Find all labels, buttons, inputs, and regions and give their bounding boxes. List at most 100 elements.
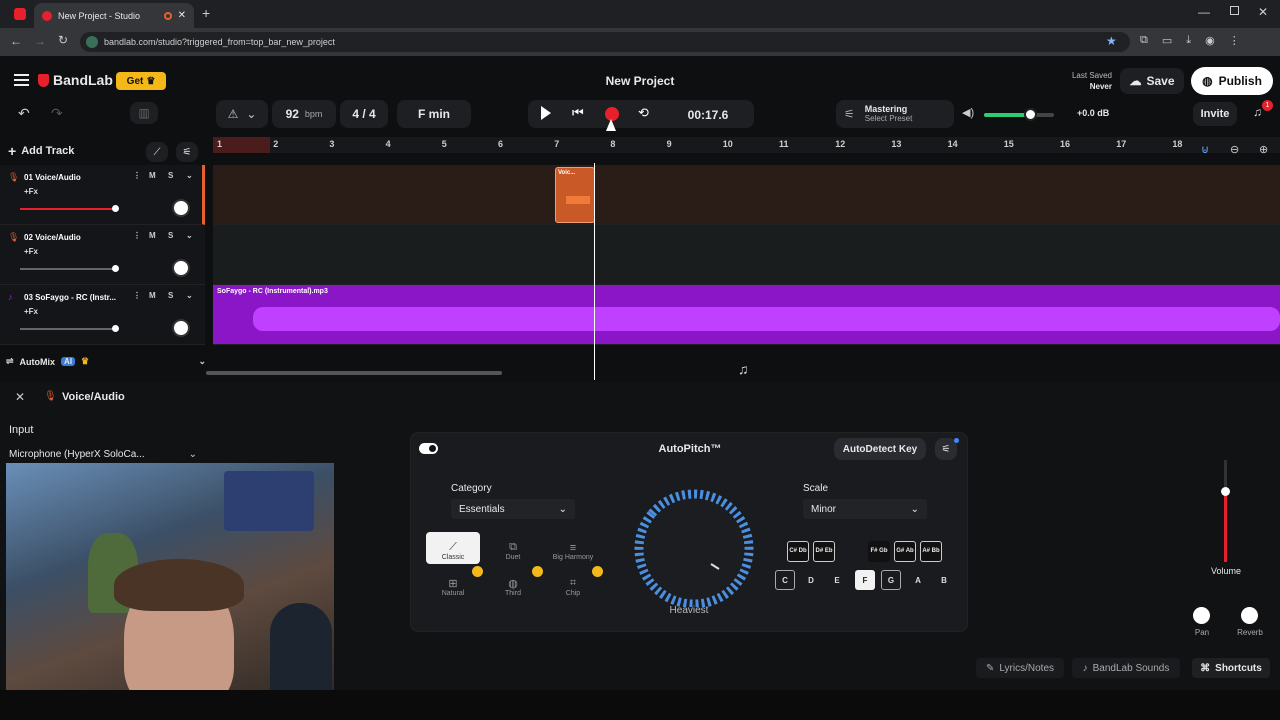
master-volume-handle[interactable] — [1024, 108, 1037, 121]
key-c-sharp[interactable]: C# Db — [787, 541, 809, 562]
solo-button[interactable]: S — [168, 171, 173, 180]
bookmark-star-icon[interactable]: ★ — [1106, 34, 1117, 48]
volume-fader[interactable] — [1221, 460, 1230, 562]
split-icon[interactable]: ⚟ — [176, 142, 198, 162]
tempo-control[interactable]: 92 bpm — [272, 100, 336, 128]
scale-select[interactable]: Minor ⌄ — [803, 499, 927, 519]
project-title[interactable]: New Project — [560, 74, 720, 88]
bandlab-logo[interactable]: BandLab — [38, 72, 113, 88]
loop-icon[interactable]: ⟲ — [638, 105, 649, 121]
preset-classic[interactable]: ⟋ Classic — [426, 532, 480, 564]
rewind-icon[interactable]: ⏮ — [572, 105, 584, 121]
track-menu-icon[interactable]: ⋮ — [133, 231, 141, 240]
mute-button[interactable]: M — [149, 171, 156, 180]
close-window-icon[interactable]: ✕ — [1258, 5, 1268, 19]
back-icon[interactable]: ← — [10, 34, 22, 48]
preset-duet[interactable]: ⧉ Duet — [486, 532, 540, 564]
cast-icon[interactable]: ▭ — [1162, 34, 1172, 47]
timeline-ruler[interactable]: 1 2 3 4 5 6 7 8 9 10 11 12 13 14 15 16 17 18 — [213, 137, 1280, 153]
browser-tab[interactable]: New Project - Studio ✕ — [34, 3, 194, 28]
forward-icon[interactable]: → — [34, 34, 46, 48]
minimize-icon[interactable]: — — [1198, 5, 1210, 19]
pan-knob[interactable] — [172, 319, 190, 337]
track-lane[interactable]: Voic... — [213, 165, 1280, 225]
track-name[interactable]: 01 Voice/Audio — [24, 173, 81, 182]
maximize-icon[interactable] — [1230, 6, 1239, 15]
key-g-sharp[interactable]: G# Ab — [894, 541, 916, 562]
undo-icon[interactable]: ↶ — [18, 105, 30, 122]
track-menu-icon[interactable]: ⋮ — [133, 171, 141, 180]
strength-dial[interactable] — [631, 489, 757, 609]
key-f-sharp[interactable]: F# Gb — [868, 541, 890, 562]
autodetect-key-button[interactable]: AutoDetect Key — [834, 438, 926, 460]
speaker-icon[interactable]: ◀) — [962, 106, 974, 119]
audio-clip[interactable]: Voic... — [555, 167, 595, 223]
bell-icon[interactable]: ♫ — [1253, 105, 1262, 119]
volume-fader-handle[interactable] — [1221, 487, 1230, 496]
save-button[interactable]: ☁ Save — [1120, 68, 1184, 94]
publish-button[interactable]: ◍ Publish — [1191, 67, 1273, 95]
reverb-knob[interactable] — [1241, 607, 1258, 624]
close-panel-icon[interactable]: ✕ — [15, 390, 25, 404]
track-volume-handle[interactable] — [112, 265, 119, 272]
fx-button[interactable]: +Fx — [24, 247, 38, 256]
automix-row[interactable]: ⇌ AutoMix AI ♛ ⌄ — [6, 356, 206, 367]
download-icon[interactable]: ⤓ — [1186, 34, 1191, 47]
new-tab-icon[interactable]: + — [202, 5, 210, 21]
mastering-button[interactable]: ⚟ Mastering Select Preset — [836, 100, 954, 128]
key-b[interactable]: B — [934, 570, 954, 590]
menu-dots-icon[interactable]: ⋮ — [1229, 34, 1240, 47]
preset-big-harmony[interactable]: ≡ Big Harmony — [546, 532, 600, 564]
snap-icon[interactable]: ⊍ — [1201, 143, 1209, 156]
lyrics-notes-button[interactable]: ✎ Lyrics/Notes — [976, 658, 1064, 678]
key-a[interactable]: A — [908, 570, 928, 590]
track-volume-slider[interactable] — [20, 268, 115, 270]
add-track-button[interactable]: + Add Track — [8, 143, 74, 159]
pan-knob[interactable] — [172, 199, 190, 217]
input-device-select[interactable]: Microphone (HyperX SoloCa... ⌄ — [9, 446, 197, 464]
key-a-sharp[interactable]: A# Bb — [920, 541, 942, 562]
mixer-toggle-icon[interactable]: ▥ — [130, 102, 158, 124]
chevron-down-icon[interactable]: ⌄ — [198, 356, 206, 367]
hamburger-menu-icon[interactable] — [14, 74, 29, 86]
track-header[interactable]: 🎙 01 Voice/Audio +Fx ⋮ M S ⌄ — [0, 165, 205, 225]
track-lane[interactable] — [213, 225, 1280, 285]
redo-icon[interactable]: ↷ — [51, 105, 63, 122]
playhead[interactable] — [594, 163, 595, 380]
mute-button[interactable]: M — [149, 231, 156, 240]
key-d[interactable]: D — [801, 570, 821, 590]
key-d-sharp[interactable]: D# Eb — [813, 541, 835, 562]
key-c[interactable]: C — [775, 570, 795, 590]
tab-close-icon[interactable]: ✕ — [178, 10, 186, 21]
track-header[interactable]: 🎙 02 Voice/Audio +Fx ⋮ M S ⌄ — [0, 225, 205, 285]
key-e[interactable]: E — [827, 570, 847, 590]
extension-icon[interactable]: ⧉ — [1140, 34, 1148, 47]
autopitch-toggle[interactable] — [419, 443, 438, 454]
track-volume-handle[interactable] — [112, 205, 119, 212]
pan-knob[interactable] — [1193, 607, 1210, 624]
key-selector[interactable]: F min — [397, 100, 471, 128]
master-volume-slider[interactable] — [984, 108, 1054, 121]
bandlab-sounds-button[interactable]: ♪ BandLab Sounds — [1072, 658, 1180, 678]
zoom-out-icon[interactable]: ⊖ — [1230, 143, 1239, 156]
track-header[interactable]: ♪ 03 SoFaygo - RC (Instr... +Fx ⋮ M S ⌄ — [0, 285, 205, 345]
track-volume-slider[interactable] — [20, 328, 115, 330]
track-menu-icon[interactable]: ⋮ — [133, 291, 141, 300]
track-lane[interactable]: SoFaygo - RC (Instrumental).mp3 — [213, 285, 1280, 345]
shortcuts-button[interactable]: ⌘ Shortcuts — [1192, 658, 1270, 678]
track-volume-slider[interactable] — [20, 208, 115, 210]
fx-button[interactable]: +Fx — [24, 187, 38, 196]
add-instrument-icon[interactable]: ♫ — [738, 361, 749, 377]
chevron-down-icon[interactable]: ⌄ — [186, 171, 193, 180]
address-bar[interactable]: bandlab.com/studio?triggered_from=top_ba… — [80, 32, 1130, 52]
play-icon[interactable] — [541, 106, 551, 120]
fx-button[interactable]: +Fx — [24, 307, 38, 316]
horizontal-scrollbar[interactable] — [206, 371, 502, 375]
chevron-down-icon[interactable]: ⌄ — [186, 231, 193, 240]
reload-icon[interactable]: ↻ — [58, 33, 68, 47]
invite-button[interactable]: Invite — [1193, 102, 1237, 126]
category-select[interactable]: Essentials ⌄ — [451, 499, 575, 519]
key-g[interactable]: G — [881, 570, 901, 590]
get-membership-button[interactable]: Get ♛ — [116, 72, 166, 90]
time-signature[interactable]: 4 / 4 — [340, 100, 388, 128]
